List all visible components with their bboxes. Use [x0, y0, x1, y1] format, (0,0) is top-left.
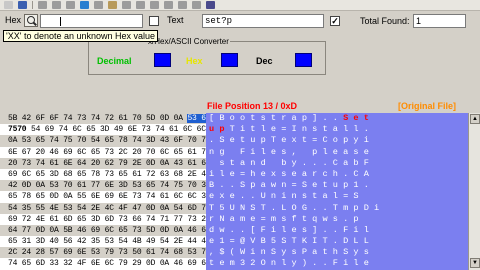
- toolbar: [0, 0, 480, 11]
- hex-row[interactable]: 69 6C 65 3D 68 65 78 73 65 61 72 63 68 2…: [0, 168, 206, 181]
- hex-field-label: Hex: [186, 56, 203, 66]
- vertical-scrollbar[interactable]: ▲ ▼: [468, 113, 480, 270]
- hex-row[interactable]: 65 31 3D 40 56 42 35 53 54 4B 49 54 2E 4…: [0, 236, 206, 248]
- goto-icon[interactable]: [150, 1, 159, 9]
- decimal-label: Decimal: [97, 56, 132, 66]
- find-icon[interactable]: [38, 1, 47, 9]
- dec-label: Dec: [256, 56, 273, 66]
- find-prev-icon[interactable]: [66, 1, 75, 9]
- ascii-row[interactable]: t e m 3 2 O n l y ) . . F i l e: [206, 258, 468, 269]
- paste-icon[interactable]: [108, 1, 117, 9]
- ascii-row-text: [ B o o t s t r a p ] . .: [209, 113, 344, 123]
- about-icon[interactable]: [206, 1, 215, 9]
- hex-row[interactable]: 20 73 74 61 6E 64 20 62 79 2E 0D 0A 43 6…: [0, 158, 206, 169]
- file-position: File Position 13 / 0xD: [207, 101, 298, 111]
- ascii-row[interactable]: T 5 U N S T . L O G . . T m p D i: [206, 203, 468, 214]
- search-row: Hex Text set?p ✓ Total Found: 1: [0, 11, 480, 31]
- hex-row[interactable]: 6E 67 20 46 69 6C 65 73 2C 20 70 6C 65 6…: [0, 146, 206, 158]
- toolbar-separator: [32, 1, 33, 9]
- redo-icon[interactable]: [136, 1, 145, 9]
- ascii-row[interactable]: e x e . . U n i n s t a l = S: [206, 191, 468, 202]
- hex-row[interactable]: 0A 53 65 74 75 70 54 65 78 74 3D 43 6F 7…: [0, 135, 206, 146]
- ascii-match[interactable]: S e t: [343, 113, 369, 123]
- case-checkbox[interactable]: ✓: [330, 16, 340, 26]
- ascii-row[interactable]: i l e = h e x s e a r c h . C A: [206, 169, 468, 180]
- hex-row[interactable]: 2C 24 28 57 69 6E 53 79 73 50 61 74 68 5…: [0, 247, 206, 258]
- hex-search-input[interactable]: [40, 14, 143, 28]
- ascii-row[interactable]: , $ ( W i n S y s P a t h S y s: [206, 247, 468, 258]
- hex-search-icon[interactable]: [24, 14, 38, 27]
- refresh-icon[interactable]: [80, 1, 89, 9]
- ascii-row[interactable]: [ B o o t s t r a p ] . . S e t: [206, 113, 468, 124]
- hex-tooltip: 'XX' to denote an unknown Hex value: [3, 30, 159, 42]
- ascii-row[interactable]: B . . S p a w n = S e t u p 1 .: [206, 180, 468, 191]
- dec-field[interactable]: [295, 53, 312, 67]
- scroll-down-button[interactable]: ▼: [470, 258, 480, 268]
- copy-icon[interactable]: [94, 1, 103, 9]
- hex-row[interactable]: 69 72 4E 61 6D 65 3D 6D 73 66 74 71 77 7…: [0, 213, 206, 225]
- status-row: File Position 13 / 0xD [Original File]: [0, 100, 480, 113]
- ascii-match[interactable]: u p: [209, 124, 224, 134]
- hex-row[interactable]: 7570 54 69 74 6C 65 3D 49 6E 73 74 61 6C…: [0, 124, 206, 136]
- text-caret: [60, 17, 61, 26]
- converter-group: x/Hex/ASCII Converter Decimal Hex Dec: [88, 37, 326, 75]
- ascii-row[interactable]: r N a m e = m s f t q w s . p: [206, 214, 468, 225]
- total-found-value: 1: [413, 14, 466, 28]
- hex-label: Hex: [5, 15, 22, 25]
- converter-title: x/Hex/ASCII Converter: [147, 37, 230, 46]
- help-icon[interactable]: [178, 1, 187, 9]
- hex-selection[interactable]: 53 65 74: [187, 114, 206, 123]
- ascii-row[interactable]: s t a n d b y . . . C a b F: [206, 158, 468, 169]
- decimal-field[interactable]: [154, 53, 171, 67]
- ascii-row[interactable]: . S e t u p T e x t = C o p y i: [206, 135, 468, 146]
- hex-row[interactable]: 5B 42 6F 6F 74 73 74 72 61 70 5D 0D 0A 5…: [0, 113, 206, 124]
- original-file-label: [Original File]: [398, 101, 457, 111]
- find-next-icon[interactable]: [52, 1, 61, 9]
- scroll-up-button[interactable]: ▲: [470, 114, 480, 124]
- ascii-row[interactable]: e 1 = @ V B 5 S T K I T . D L L: [206, 236, 468, 247]
- hex-row[interactable]: 64 77 0D 0A 5B 46 69 6C 65 73 5D 0D 0A 4…: [0, 225, 206, 236]
- hex-view[interactable]: 5B 42 6F 6F 74 73 74 72 61 70 5D 0D 0A 5…: [0, 113, 206, 270]
- save-icon[interactable]: [18, 1, 27, 9]
- hex-row-text: 54 69 74 6C 65 3D 49 6E 73 74 61 6C 6C 0…: [26, 125, 206, 135]
- new-file-icon[interactable]: [4, 1, 13, 9]
- ascii-view[interactable]: [ B o o t s t r a p ] . . S e tu p T i t…: [206, 113, 468, 270]
- hex-row[interactable]: 42 0D 0A 53 70 61 77 6E 3D 53 65 74 75 7…: [0, 180, 206, 191]
- ascii-row[interactable]: u p T i t l e = I n s t a l l .: [206, 124, 468, 135]
- hex-row[interactable]: 74 65 6D 33 32 4F 6E 6C 79 29 0D 0A 46 6…: [0, 258, 206, 270]
- hex-row[interactable]: 54 35 55 4E 53 54 2E 4C 4F 47 0D 0A 54 6…: [0, 203, 206, 214]
- options-icon[interactable]: [192, 1, 201, 9]
- print-icon[interactable]: [164, 1, 173, 9]
- text-search-checkbox[interactable]: [149, 16, 159, 26]
- total-found-label: Total Found:: [360, 16, 410, 26]
- undo-icon[interactable]: [122, 1, 131, 9]
- text-search-input[interactable]: set?p: [202, 14, 324, 28]
- ascii-row[interactable]: d w . . [ F i l e s ] . . F i l: [206, 225, 468, 236]
- hex-row[interactable]: 65 78 65 0D 0A 55 6E 69 6E 73 74 61 6C 6…: [0, 191, 206, 203]
- ascii-row[interactable]: n g F i l e s , p l e a s e: [206, 147, 468, 158]
- ascii-row-text: T i t l e = I n s t a l l .: [224, 124, 369, 135]
- text-label: Text: [167, 15, 184, 25]
- hex-selection[interactable]: 7570: [8, 125, 27, 134]
- hex-field[interactable]: [221, 53, 238, 67]
- hex-row-text: 5B 42 6F 6F 74 73 74 72 61 70 5D 0D 0A: [8, 114, 188, 123]
